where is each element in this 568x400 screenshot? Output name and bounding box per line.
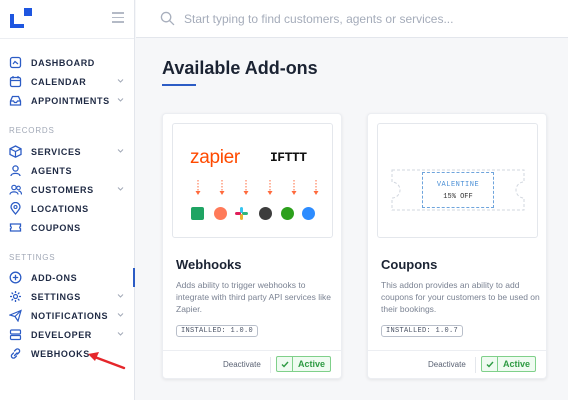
sidebar-item-coupons[interactable]: COUPONS [0, 218, 135, 237]
chevron-down-icon[interactable] [117, 292, 124, 299]
dashboard-icon [9, 56, 22, 69]
addon-description: This addon provides an ability to add co… [381, 280, 540, 314]
slack-icon [235, 207, 248, 220]
plus-circle-icon [9, 271, 22, 284]
app-root: DASHBOARD CALENDAR APPOINTMENTS RECORDS SE… [0, 0, 568, 400]
inbox-icon [9, 94, 22, 107]
ifttt-logo: IFTTT [270, 150, 307, 165]
divider [0, 38, 134, 39]
server-icon [9, 328, 22, 341]
active-status-button[interactable]: Active [276, 356, 332, 372]
section-settings-label: SETTINGS [9, 253, 56, 262]
sidebar-item-label: WEBHOOKS [31, 348, 90, 359]
search-icon [160, 11, 175, 26]
installed-version-badge: INSTALLED: 1.0.7 [381, 325, 464, 337]
sidebar-item-settings[interactable]: SETTINGS [0, 287, 135, 306]
sidebar-item-agents[interactable]: AGENTS [0, 161, 135, 180]
addon-card-webhooks: zapier IFTTT Webhooks Adds ability to tr… [162, 113, 342, 379]
nav-records: SERVICES AGENTS CUSTOMERS LOCATIONS COUPONS [0, 142, 135, 237]
check-icon [277, 357, 293, 371]
box-icon [9, 145, 22, 158]
sidebar-item-developer[interactable]: DEVELOPER [0, 325, 135, 344]
addon-name: Coupons [381, 257, 438, 272]
sidebar-item-label: SETTINGS [31, 291, 81, 302]
title-underline [162, 84, 196, 86]
coupon-discount: 15% OFF [443, 193, 473, 201]
sidebar-item-label: AGENTS [31, 165, 73, 176]
sidebar-item-notifications[interactable]: NOTIFICATIONS [0, 306, 135, 325]
sidebar-item-dashboard[interactable]: DASHBOARD [0, 53, 135, 72]
sidebar-item-label: COUPONS [31, 222, 81, 233]
section-records-label: RECORDS [9, 126, 55, 135]
sheets-icon [191, 207, 204, 220]
addon-image-webhooks: zapier IFTTT [172, 123, 333, 238]
chevron-down-icon[interactable] [117, 96, 124, 103]
annotation-arrow-icon [88, 352, 126, 370]
ticket-icon [9, 221, 22, 234]
nav-main: DASHBOARD CALENDAR APPOINTMENTS [0, 53, 135, 110]
active-label: Active [298, 359, 326, 369]
sidebar-item-label: DASHBOARD [31, 57, 95, 68]
sidebar-item-label: CUSTOMERS [31, 184, 94, 195]
app-logo-icon[interactable] [10, 8, 32, 28]
addon-description: Adds ability to trigger webhooks to inte… [176, 280, 331, 314]
chevron-down-icon[interactable] [117, 147, 124, 154]
sidebar-item-appointments[interactable]: APPOINTMENTS [0, 91, 135, 110]
coupon-code: VALENTINE [436, 181, 480, 189]
page-title: Available Add-ons [162, 58, 318, 78]
sidebar-item-customers[interactable]: CUSTOMERS [0, 180, 135, 199]
chevron-down-icon[interactable] [117, 185, 124, 192]
sidebar-item-label: LOCATIONS [31, 203, 89, 214]
divider [475, 357, 476, 373]
gear-icon [9, 290, 22, 303]
sidebar-item-label: DEVELOPER [31, 329, 92, 340]
search-input[interactable] [184, 8, 554, 30]
sidebar: DASHBOARD CALENDAR APPOINTMENTS RECORDS SE… [0, 0, 135, 400]
sidebar-item-services[interactable]: SERVICES [0, 142, 135, 161]
chevron-down-icon[interactable] [117, 311, 124, 318]
addon-card-footer: Deactivate Active [368, 350, 546, 378]
addon-card-footer: Deactivate Active [163, 350, 341, 378]
sidebar-item-label: CALENDAR [31, 76, 87, 87]
chevron-down-icon[interactable] [117, 77, 124, 84]
sidebar-item-label: NOTIFICATIONS [31, 310, 109, 321]
location-pin-icon [9, 202, 22, 215]
sidebar-item-locations[interactable]: LOCATIONS [0, 199, 135, 218]
zoom-icon [302, 207, 315, 220]
addon-image-coupons: VALENTINE 15% OFF [377, 123, 538, 238]
calendar-icon [9, 75, 22, 88]
paper-plane-icon [9, 309, 22, 322]
deactivate-button[interactable]: Deactivate [428, 360, 466, 369]
sidebar-item-add-ons[interactable]: ADD-ONS [0, 268, 135, 287]
active-label: Active [503, 359, 531, 369]
arrows-down-icon [195, 180, 319, 195]
deactivate-button[interactable]: Deactivate [223, 360, 261, 369]
sidebar-item-label: ADD-ONS [31, 272, 78, 283]
zapier-logo: zapier [190, 147, 240, 168]
customers-icon [9, 183, 22, 196]
link-icon [9, 347, 22, 360]
quickbooks-icon [281, 207, 294, 220]
check-icon [482, 357, 498, 371]
addon-name: Webhooks [176, 257, 242, 272]
chevron-down-icon[interactable] [117, 330, 124, 337]
agents-icon [9, 164, 22, 177]
active-status-button[interactable]: Active [481, 356, 537, 372]
installed-version-badge: INSTALLED: 1.0.0 [176, 325, 259, 337]
hubspot-icon [214, 207, 227, 220]
top-search-bar [136, 0, 568, 38]
addon-card-coupons: VALENTINE 15% OFF Coupons This addon pro… [367, 113, 547, 379]
menu-toggle-icon[interactable] [112, 12, 124, 23]
mailchimp-icon [259, 207, 272, 220]
divider [270, 357, 271, 373]
coupon-code-box: VALENTINE 15% OFF [422, 172, 494, 208]
sidebar-item-calendar[interactable]: CALENDAR [0, 72, 135, 91]
sidebar-item-label: SERVICES [31, 146, 82, 157]
sidebar-item-label: APPOINTMENTS [31, 95, 110, 106]
